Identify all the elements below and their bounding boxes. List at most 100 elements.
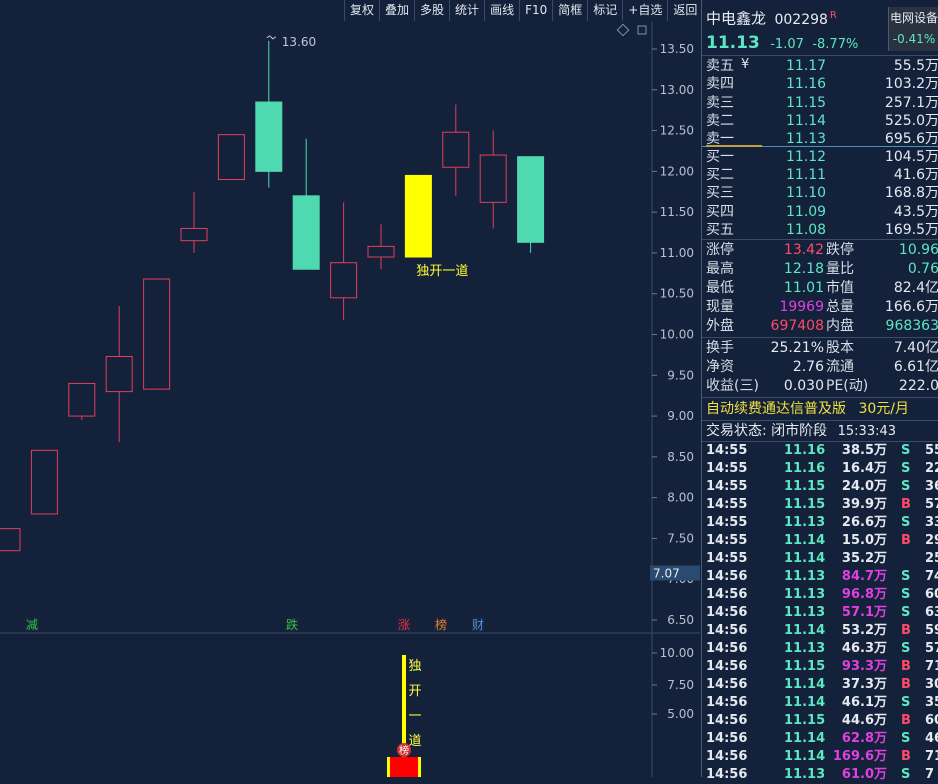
tick-time: 14:56: [706, 569, 748, 584]
stat-value: 697408: [770, 318, 824, 334]
toolbar-button[interactable]: 叠加: [379, 0, 414, 21]
toolbar-button[interactable]: +自选: [622, 0, 667, 21]
book-row[interactable]: 卖二 11.14 525.0万: [706, 112, 938, 130]
candle[interactable]: [105, 305, 133, 443]
high-label: 13.60: [282, 35, 316, 49]
candle[interactable]: [330, 202, 358, 320]
tick-row[interactable]: 14:56 11.15 44.6万 B 60: [706, 712, 938, 730]
candle[interactable]: [255, 40, 283, 188]
tick-row[interactable]: 14:55 11.13 26.6万 S 33: [706, 514, 938, 532]
book-label: 买三: [706, 185, 734, 202]
tick-side: B: [901, 659, 911, 674]
toolbar-button[interactable]: 返回: [667, 0, 702, 21]
candle[interactable]: [143, 278, 171, 390]
stat-value: 10.96: [898, 242, 938, 258]
toolbar-button[interactable]: 统计: [449, 0, 484, 21]
event-marker[interactable]: 榜: [434, 617, 448, 632]
candle[interactable]: [292, 138, 320, 270]
book-row[interactable]: 卖四 11.16 103.2万: [706, 75, 938, 93]
quote-panel: 中电鑫龙 002298 R 电网设备 -0.41% 11.13 -1.07 -8.…: [701, 0, 938, 782]
svg-text:榜: 榜: [399, 744, 409, 757]
volume-bar: [387, 757, 421, 777]
stat-label: 外盘: [706, 318, 734, 334]
candle[interactable]: [217, 134, 245, 181]
cursor-price: 7.07: [653, 567, 680, 581]
tick-time: 14:56: [706, 623, 748, 638]
kline-chart[interactable]: 13.60 独开一道 13.50 13.00 12.50 12.00 11.50 11.00…: [0, 22, 700, 777]
toolbar-button[interactable]: 简框: [552, 0, 587, 21]
tick-row[interactable]: 14:56 11.14 62.8万 S 46: [706, 730, 938, 748]
book-row[interactable]: 卖三 11.15 257.1万: [706, 94, 938, 112]
toolbar-button[interactable]: F10: [519, 0, 552, 21]
book-volume: 104.5万: [884, 149, 938, 165]
tick-volume: 53.2万: [841, 623, 887, 638]
candle[interactable]: [404, 174, 432, 258]
tick-row[interactable]: 14:55 11.15 24.0万 S 36: [706, 478, 938, 496]
tick-time: 14:55: [706, 443, 748, 458]
event-marker[interactable]: 涨: [397, 617, 411, 632]
tick-price: 11.15: [784, 479, 826, 494]
tick-price: 11.14: [784, 533, 826, 548]
candle[interactable]: [180, 191, 208, 253]
candle[interactable]: [0, 528, 21, 552]
tick-row[interactable]: 14:56 11.13 46.3万 S 57: [706, 640, 938, 658]
tick-row[interactable]: 14:55 11.14 35.2万 25: [706, 550, 938, 568]
tick-row[interactable]: 14:56 11.13 57.1万 S 63: [706, 604, 938, 622]
price-tick: 9.50: [667, 368, 694, 382]
candle[interactable]: [30, 449, 58, 515]
volume-tick: 10.00: [660, 646, 694, 660]
tick-row[interactable]: 14:56 11.13 61.0万 S 7: [706, 766, 938, 784]
tick-row[interactable]: 14:56 11.14 53.2万 B 59: [706, 622, 938, 640]
toolbar-button[interactable]: 复权: [344, 0, 379, 21]
tick-row[interactable]: 14:56 11.15 93.3万 B 71: [706, 658, 938, 676]
book-row[interactable]: 买一 11.12 104.5万: [706, 148, 938, 166]
candle[interactable]: [367, 224, 395, 270]
tick-side: S: [901, 641, 911, 656]
tick-row[interactable]: 14:55 11.14 15.0万 B 29: [706, 532, 938, 550]
candle[interactable]: [479, 130, 507, 229]
price-tick: 10.50: [660, 287, 694, 301]
book-price: 11.09: [786, 203, 827, 220]
volume-tick: 7.50: [667, 678, 694, 692]
tick-count: 60: [925, 713, 938, 728]
candle[interactable]: [68, 382, 96, 421]
tick-time: 14:55: [706, 479, 748, 494]
tick-count: 25: [925, 551, 938, 566]
diamond-icon: [616, 23, 630, 37]
book-price: 11.15: [786, 94, 827, 111]
tick-count: 57: [925, 641, 938, 656]
tick-row[interactable]: 14:56 11.14 46.1万 S 35: [706, 694, 938, 712]
event-marker[interactable]: 跌: [285, 617, 299, 632]
book-row[interactable]: 买四 11.09 43.5万: [706, 203, 938, 221]
book-row[interactable]: 买三 11.10 168.8万: [706, 184, 938, 202]
book-label: 买一: [706, 149, 734, 165]
tick-time: 14:56: [706, 713, 748, 728]
toolbar-button[interactable]: 画线: [484, 0, 519, 21]
tick-price: 11.15: [784, 659, 826, 674]
candle[interactable]: [442, 104, 470, 196]
book-row[interactable]: 买五 11.08 169.5万: [706, 221, 938, 239]
stat-label: 现量: [706, 299, 734, 315]
stat-value: 166.6万: [884, 299, 938, 315]
tick-row[interactable]: 14:56 11.14 169.6万 B 71: [706, 748, 938, 766]
toolbar-button[interactable]: 多股: [414, 0, 449, 21]
tick-side: S: [901, 479, 911, 494]
tick-side: B: [901, 677, 911, 692]
toolbar-button[interactable]: 标记: [587, 0, 622, 21]
book-row[interactable]: 买二 11.11 41.6万: [706, 166, 938, 184]
tick-row[interactable]: 14:55 11.15 39.9万 B 57: [706, 496, 938, 514]
tick-row[interactable]: 14:55 11.16 38.5万 S 55: [706, 442, 938, 460]
tick-row[interactable]: 14:56 11.13 84.7万 S 74: [706, 568, 938, 586]
event-marker[interactable]: 减: [25, 617, 39, 632]
tick-side: B: [901, 749, 911, 764]
promo-banner[interactable]: 自动续费通达信普及版 30元/月: [706, 399, 938, 419]
candle[interactable]: [517, 156, 545, 253]
tick-count: 74: [925, 569, 938, 584]
book-price: 11.17: [786, 58, 827, 74]
tick-row[interactable]: 14:55 11.16 16.4万 S 22: [706, 460, 938, 478]
tick-row[interactable]: 14:56 11.13 96.8万 S 60: [706, 586, 938, 604]
tick-price: 11.16: [784, 461, 826, 476]
book-volume: 257.1万: [884, 94, 938, 111]
event-marker[interactable]: 财: [471, 617, 485, 632]
tick-row[interactable]: 14:56 11.14 37.3万 B 30: [706, 676, 938, 694]
